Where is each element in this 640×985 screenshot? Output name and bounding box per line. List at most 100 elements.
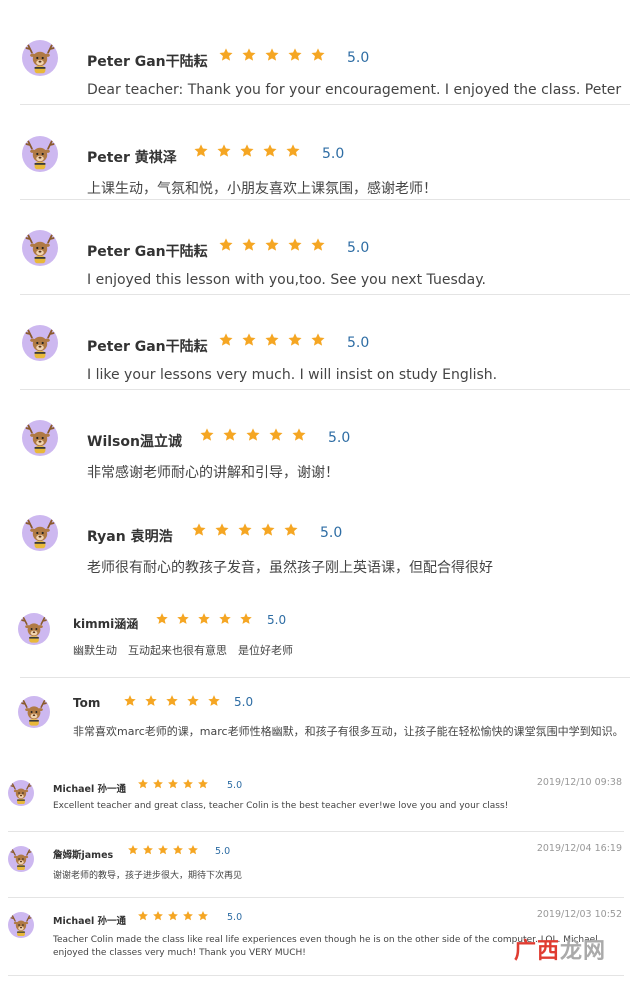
site-watermark: 广西龙网: [514, 933, 606, 965]
star-icon: [288, 48, 302, 61]
review-text: 幽默生动 互动起来也很有意思 是位好老师: [73, 644, 293, 657]
star-icon: [238, 523, 252, 536]
star-icon: [187, 695, 199, 706]
star-icon: [156, 613, 168, 624]
review-divider: [8, 975, 624, 976]
review-text: 非常喜欢marc老师的课，marc老师性格幽默，和孩子有很多互动，让孩子能在轻松…: [73, 725, 624, 738]
reindeer-icon: [25, 44, 55, 74]
star-rating: [155, 612, 253, 626]
star-icon: [288, 333, 302, 346]
reviewer-avatar: [8, 846, 34, 872]
star-icon: [265, 48, 279, 61]
star-icon: [286, 144, 300, 157]
star-icon: [153, 911, 163, 921]
reviewer-name: Wilson温立诚: [87, 434, 182, 450]
star-icon: [198, 779, 208, 789]
star-icon: [183, 911, 193, 921]
reindeer-icon: [10, 783, 32, 805]
star-icon: [183, 779, 193, 789]
reindeer-icon: [10, 849, 32, 871]
star-icon: [166, 695, 178, 706]
reviewer-avatar: [22, 515, 58, 551]
reviewer-avatar: [22, 40, 58, 76]
review-text: 谢谢老师的教导，孩子进步很大，期待下次再见: [53, 871, 243, 881]
star-icon: [269, 428, 283, 441]
watermark-prefix: 广西: [513, 939, 560, 964]
reviewer-name: Peter Gan干陆耘: [87, 339, 208, 355]
star-rating: [137, 910, 209, 922]
rating-score: 5.0: [227, 912, 243, 923]
reviewer-name: Ryan 袁明浩: [87, 529, 173, 545]
reindeer-icon: [10, 915, 32, 937]
reviewer-avatar: [18, 613, 50, 645]
reviewer-avatar: [22, 325, 58, 361]
star-icon: [194, 144, 208, 157]
reviewer-avatar: [18, 696, 50, 728]
review-divider: [20, 294, 630, 295]
reindeer-icon: [25, 140, 55, 170]
reviewer-avatar: [8, 780, 34, 806]
star-icon: [192, 523, 206, 536]
rating-score: 5.0: [320, 525, 343, 541]
star-icon: [168, 779, 178, 789]
star-icon: [242, 333, 256, 346]
reviewer-name: 詹姆斯james: [53, 850, 114, 861]
star-icon: [261, 523, 275, 536]
star-icon: [240, 613, 252, 624]
review-text: Excellent teacher and great class, teach…: [53, 801, 509, 811]
rating-score: 5.0: [234, 695, 254, 709]
star-icon: [311, 48, 325, 61]
review-divider: [20, 199, 630, 200]
watermark-suffix: 龙网: [559, 939, 606, 964]
star-icon: [198, 613, 210, 624]
review-date: 2019/12/04 16:19: [536, 843, 622, 854]
star-icon: [188, 845, 198, 855]
reviewer-name: Michael 孙一通: [53, 784, 127, 795]
star-icon: [242, 48, 256, 61]
star-icon: [242, 238, 256, 251]
star-icon: [265, 238, 279, 251]
star-icon: [158, 845, 168, 855]
rating-score: 5.0: [322, 146, 345, 162]
star-icon: [219, 48, 233, 61]
review-text: I like your lessons very much. I will in…: [87, 367, 498, 383]
star-icon: [173, 845, 183, 855]
rating-score: 5.0: [227, 780, 243, 791]
star-icon: [200, 428, 214, 441]
review-text: I enjoyed this lesson with you,too. See …: [87, 272, 486, 288]
star-icon: [145, 695, 157, 706]
reviewer-name: Peter Gan干陆耘: [87, 244, 208, 260]
star-icon: [284, 523, 298, 536]
star-rating: [218, 47, 326, 63]
reviewer-name: Tom: [73, 696, 101, 710]
rating-score: 5.0: [215, 846, 231, 857]
reviewer-avatar: [22, 136, 58, 172]
reviewer-name: Michael 孙一通: [53, 916, 127, 927]
star-icon: [215, 523, 229, 536]
reindeer-icon: [21, 617, 47, 643]
review-text: Dear teacher: Thank you for your encoura…: [87, 82, 622, 98]
star-icon: [311, 333, 325, 346]
review-divider: [8, 831, 624, 832]
review-divider: [20, 104, 630, 105]
reviewer-avatar: [22, 420, 58, 456]
star-icon: [288, 238, 302, 251]
star-icon: [208, 695, 220, 706]
star-icon: [128, 845, 138, 855]
star-rating: [218, 332, 326, 348]
star-icon: [311, 238, 325, 251]
review-date: 2019/12/03 10:52: [536, 909, 622, 920]
star-rating: [218, 237, 326, 253]
star-icon: [217, 144, 231, 157]
star-icon: [223, 428, 237, 441]
reindeer-icon: [21, 700, 47, 726]
review-text: 上课生动，气氛和悦，小朋友喜欢上课氛围，感谢老师！: [87, 181, 437, 197]
review-text: 非常感谢老师耐心的讲解和引导，谢谢！: [87, 465, 339, 481]
star-rating: [127, 844, 199, 856]
reviewer-name: Peter 黄祺泽: [87, 150, 177, 166]
star-icon: [219, 238, 233, 251]
reindeer-icon: [25, 329, 55, 359]
rating-score: 5.0: [347, 240, 370, 256]
review-date: 2019/12/10 09:38: [536, 777, 622, 788]
star-icon: [219, 613, 231, 624]
